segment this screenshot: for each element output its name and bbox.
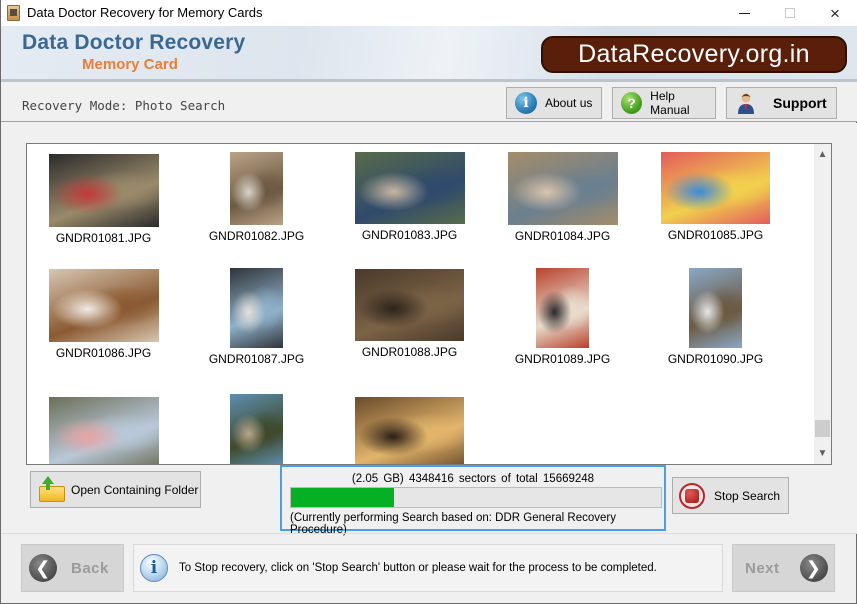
- photo-thumbnail[interactable]: [354, 152, 465, 224]
- minimize-icon: [738, 12, 750, 14]
- photo-thumbnail[interactable]: [48, 269, 159, 342]
- scroll-thumb[interactable]: [815, 420, 830, 437]
- brand-title: Data Doctor Recovery: [22, 31, 246, 54]
- photo-item[interactable]: GNDR01082.JPG: [180, 152, 333, 243]
- app-window: Data Doctor Recovery for Memory Cards × …: [0, 0, 857, 604]
- info-icon: i: [515, 92, 537, 114]
- thumbnail-grid: GNDR01081.JPG GNDR01082.JPG GNDR01083.JPG G…: [27, 144, 815, 464]
- about-us-button[interactable]: i About us: [506, 87, 602, 119]
- about-us-label: About us: [545, 96, 593, 110]
- photo-item[interactable]: GNDR01083.JPG: [333, 152, 486, 242]
- back-button[interactable]: ❮ Back: [21, 544, 124, 592]
- close-icon: ×: [830, 3, 840, 23]
- help-manual-button[interactable]: ? Help Manual: [612, 87, 716, 119]
- brand-subtitle: Memory Card: [82, 56, 178, 73]
- photo-thumbnail[interactable]: [230, 394, 283, 464]
- photo-filename: GNDR01083.JPG: [361, 228, 458, 242]
- search-progress-panel: (2.05 GB) 4348416 sectors of total 15669…: [280, 465, 666, 536]
- photo-thumbnail[interactable]: [536, 268, 589, 348]
- next-button[interactable]: Next ❯: [732, 544, 835, 592]
- photo-item[interactable]: [180, 394, 333, 464]
- photo-filename: GNDR01087.JPG: [208, 352, 305, 366]
- progress-bar: [290, 487, 662, 508]
- gallery-scrollbar[interactable]: ▲ ▼: [814, 144, 831, 464]
- support-person-icon: [737, 92, 755, 114]
- chevron-left-icon: ❮: [29, 554, 57, 582]
- question-icon: ?: [621, 92, 643, 114]
- stop-icon: [679, 482, 705, 509]
- photo-filename: GNDR01088.JPG: [361, 345, 458, 359]
- maximize-icon: [785, 8, 795, 18]
- photo-item[interactable]: GNDR01087.JPG: [180, 268, 333, 366]
- info-message: To Stop recovery, click on 'Stop Search'…: [179, 562, 657, 574]
- header-banner: Data Doctor Recovery Memory Card DataRec…: [1, 26, 857, 82]
- title-bar: Data Doctor Recovery for Memory Cards ×: [1, 0, 857, 26]
- back-label: Back: [71, 559, 109, 577]
- support-label: Support: [773, 95, 827, 111]
- photo-thumbnail[interactable]: [355, 397, 464, 464]
- stop-search-label: Stop Search: [714, 488, 781, 503]
- photo-item[interactable]: GNDR01088.JPG: [333, 269, 486, 359]
- photo-item[interactable]: [27, 397, 180, 464]
- recovered-photo-gallery[interactable]: GNDR01081.JPG GNDR01082.JPG GNDR01083.JPG G…: [26, 143, 832, 465]
- photo-item[interactable]: GNDR01089.JPG: [486, 268, 639, 366]
- photo-filename: GNDR01081.JPG: [55, 231, 152, 245]
- photo-filename: GNDR01089.JPG: [514, 352, 611, 366]
- chevron-right-icon: ❯: [799, 554, 828, 582]
- photo-item[interactable]: [333, 397, 486, 464]
- website-badge: DataRecovery.org.in: [541, 36, 847, 73]
- divider: [1, 533, 857, 534]
- maximize-button[interactable]: [767, 0, 813, 26]
- next-label: Next: [745, 559, 780, 577]
- photo-thumbnail[interactable]: [355, 269, 464, 341]
- photo-filename: GNDR01085.JPG: [667, 228, 764, 242]
- support-button[interactable]: Support: [726, 87, 837, 119]
- photo-thumbnail[interactable]: [48, 154, 159, 227]
- photo-filename: GNDR01090.JPG: [667, 352, 764, 366]
- photo-filename: GNDR01086.JPG: [55, 346, 152, 360]
- photo-item[interactable]: GNDR01086.JPG: [27, 269, 180, 360]
- photo-thumbnail[interactable]: [507, 152, 618, 225]
- photo-item[interactable]: GNDR01081.JPG: [27, 154, 180, 245]
- help-manual-label: Help Manual: [650, 89, 690, 117]
- stop-search-button[interactable]: Stop Search: [672, 477, 789, 514]
- recovery-mode-label: Recovery Mode: Photo Search: [22, 98, 226, 113]
- open-folder-label: Open Containing Folder: [71, 482, 199, 497]
- photo-item[interactable]: GNDR01090.JPG: [639, 268, 792, 366]
- progress-summary: (2.05 GB) 4348416 sectors of total 15669…: [351, 473, 595, 485]
- photo-thumbnail[interactable]: [230, 268, 283, 348]
- photo-item[interactable]: GNDR01084.JPG: [486, 152, 639, 243]
- photo-thumbnail[interactable]: [661, 152, 770, 224]
- open-containing-folder-button[interactable]: Open Containing Folder: [30, 471, 201, 508]
- photo-filename: GNDR01082.JPG: [208, 229, 305, 243]
- photo-thumbnail[interactable]: [48, 397, 159, 464]
- progress-bar-fill: [291, 488, 394, 507]
- scroll-up-icon[interactable]: ▲: [814, 146, 831, 163]
- info-icon: i: [140, 554, 168, 582]
- photo-item[interactable]: GNDR01085.JPG: [639, 152, 792, 242]
- photo-filename: GNDR01084.JPG: [514, 229, 611, 243]
- window-title: Data Doctor Recovery for Memory Cards: [27, 5, 263, 20]
- info-message-bar: i To Stop recovery, click on 'Stop Searc…: [133, 544, 723, 592]
- scroll-down-icon[interactable]: ▼: [814, 445, 831, 462]
- photo-thumbnail[interactable]: [689, 268, 742, 348]
- photo-thumbnail[interactable]: [230, 152, 283, 225]
- minimize-button[interactable]: [721, 0, 767, 26]
- close-button[interactable]: ×: [812, 0, 857, 26]
- mode-toolbar: Recovery Mode: Photo Search i About us ?…: [1, 82, 857, 122]
- app-icon: [7, 5, 20, 21]
- folder-upload-icon: [39, 475, 65, 502]
